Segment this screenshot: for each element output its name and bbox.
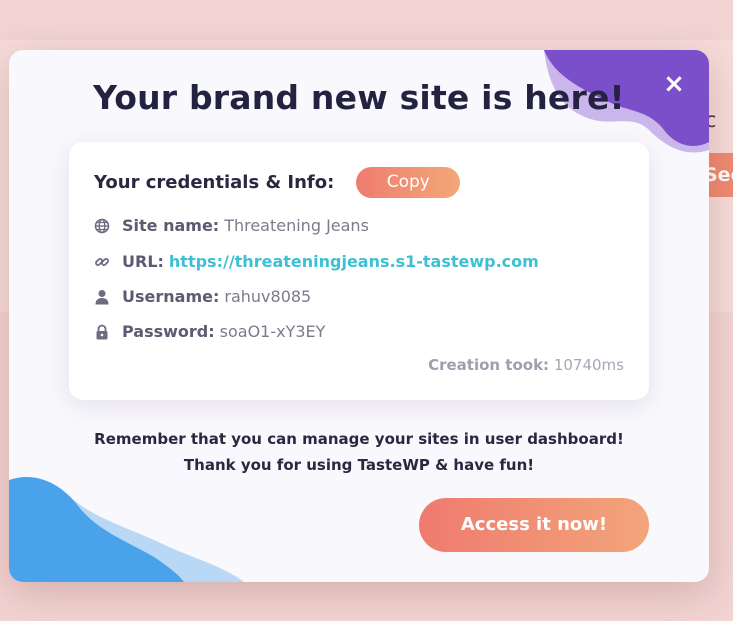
username-value: rahuv8085 — [224, 287, 312, 306]
password-label: Password: — [122, 322, 215, 341]
site-name-value: Threatening Jeans — [224, 216, 369, 235]
credentials-header: Your credentials & Info: Copy — [94, 167, 461, 198]
url-label: URL: — [122, 252, 164, 271]
creation-value: 10740ms — [553, 356, 624, 374]
link-icon — [95, 257, 109, 266]
credentials-heading: Your credentials & Info: — [94, 172, 335, 193]
site-created-modal: × Your brand new site is here! Your cred… — [9, 50, 709, 582]
credentials-card: Your credentials & Info: Copy Site name:… — [69, 142, 649, 400]
username-row: Username: rahuv8085 — [94, 287, 311, 306]
decorative-blob-bottom-left — [9, 477, 244, 582]
url-row: URL: https://threateningjeans.s1-tastewp… — [94, 252, 539, 271]
access-site-button[interactable]: Access it now! — [419, 498, 649, 552]
globe-icon — [94, 218, 110, 233]
password-row: Password: soaO1-xY3EY — [94, 322, 325, 341]
copy-button[interactable]: Copy — [356, 167, 461, 198]
modal-title: Your brand new site is here! — [93, 78, 625, 117]
password-value: soaO1-xY3EY — [219, 322, 326, 341]
site-url-link[interactable]: https://threateningjeans.s1-tastewp.com — [169, 252, 539, 271]
dashboard-message: Remember that you can manage your sites … — [94, 430, 624, 448]
user-icon — [95, 289, 109, 304]
lock-icon — [96, 324, 108, 339]
thanks-message: Thank you for using TasteWP & have fun! — [183, 456, 535, 474]
site-name-row: Site name: Threatening Jeans — [94, 216, 369, 235]
site-name-label: Site name: — [122, 216, 220, 235]
username-label: Username: — [122, 287, 220, 306]
creation-time: Creation took: 10740ms — [428, 356, 624, 374]
creation-label: Creation took: — [428, 356, 550, 374]
